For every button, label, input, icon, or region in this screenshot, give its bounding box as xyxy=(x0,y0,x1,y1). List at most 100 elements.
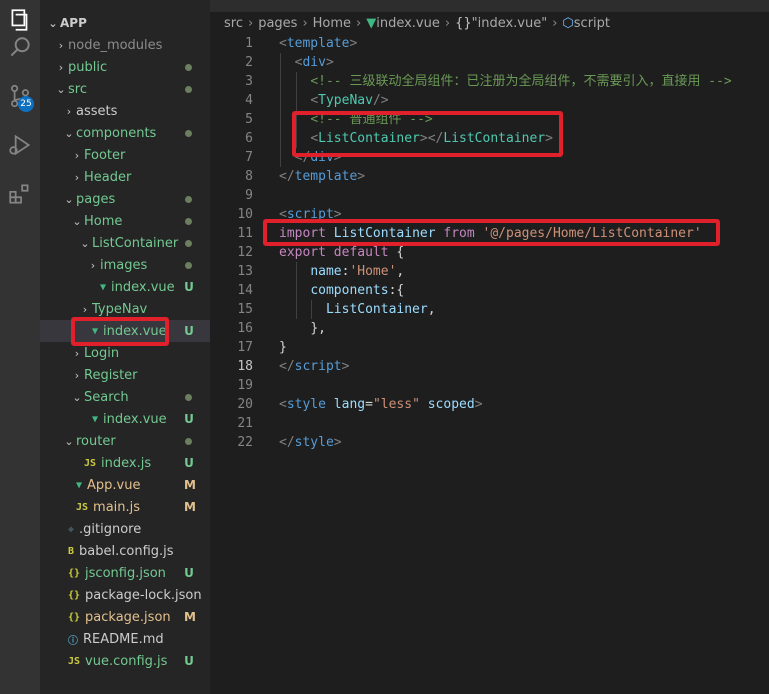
code-text: }, xyxy=(279,319,326,338)
code-line[interactable]: 1 <template> xyxy=(210,34,769,53)
breadcrumb-symbol[interactable]: script xyxy=(574,16,610,31)
code-token: scoped xyxy=(427,397,475,412)
code-line[interactable]: 9 xyxy=(210,186,769,205)
chevron-right-icon: › xyxy=(58,60,64,74)
tree-item[interactable]: ◆ .gitignore xyxy=(40,518,210,540)
vue-file-icon: ▼ xyxy=(100,281,107,293)
breadcrumb-item[interactable]: pages xyxy=(258,16,297,31)
code-line[interactable]: 16 }, xyxy=(210,319,769,338)
tree-item[interactable]: › Header xyxy=(40,166,210,188)
code-token: "less" xyxy=(372,397,420,412)
source-control-icon[interactable]: 25 xyxy=(0,76,40,116)
code-line[interactable]: 18 </script> xyxy=(210,357,769,376)
tree-item[interactable]: ⌄ Search xyxy=(40,386,210,408)
chevron-right-icon: › xyxy=(74,148,80,162)
git-status-badge: M xyxy=(184,478,196,492)
tree-item[interactable]: ⌄ router xyxy=(40,430,210,452)
chevron-down-icon: ⌄ xyxy=(64,126,74,140)
line-number: 21 xyxy=(237,416,253,431)
breadcrumb-file[interactable]: index.vue xyxy=(376,16,440,31)
tree-item[interactable]: ⌄ components xyxy=(40,122,210,144)
tree-item[interactable]: › Footer xyxy=(40,144,210,166)
line-number: 8 xyxy=(245,169,253,184)
code-line[interactable]: 19 xyxy=(210,376,769,395)
chevron-right-icon: › xyxy=(444,15,451,31)
tree-item[interactable]: › Register xyxy=(40,364,210,386)
code-line[interactable]: 3 <!-- 三级联动全局组件：已注册为全局组件，不需要引入，直接用 --> xyxy=(210,72,769,91)
code-line[interactable]: 21 xyxy=(210,414,769,433)
tree-item-label: Footer xyxy=(84,147,126,163)
code-token: > xyxy=(325,55,334,70)
braces-icon[interactable]: {} xyxy=(455,16,472,31)
tree-item[interactable]: ▼ index.vue U xyxy=(40,276,210,298)
breadcrumb-item[interactable]: Home xyxy=(313,16,351,31)
git-status-badge: U xyxy=(184,654,194,668)
modified-dot-icon xyxy=(185,86,192,93)
line-number: 9 xyxy=(245,188,253,203)
tree-item-label: ListContainer xyxy=(92,235,179,251)
breadcrumb-symbol[interactable]: "index.vue" xyxy=(472,16,548,31)
code-token: template xyxy=(294,169,358,184)
git-status-badge: M xyxy=(184,500,196,514)
run-debug-icon[interactable] xyxy=(0,125,40,165)
tree-item[interactable]: {} package-lock.json xyxy=(40,584,210,606)
tree-item[interactable]: › public xyxy=(40,56,210,78)
tree-item[interactable]: ⓘ README.md xyxy=(40,628,210,650)
modified-dot-icon xyxy=(185,218,192,225)
chevron-down-icon: ⌄ xyxy=(72,214,82,228)
code-line[interactable]: 17} xyxy=(210,338,769,357)
tree-item[interactable]: ⌄ ListContainer xyxy=(40,232,210,254)
breadcrumb: src › pages › Home › ▼ index.vue › {} "index.vue… xyxy=(210,12,769,34)
modified-dot-icon xyxy=(185,240,192,247)
vue-file-icon[interactable]: ▼ xyxy=(366,16,376,31)
tree-item[interactable]: JS vue.config.js U xyxy=(40,650,210,672)
breadcrumb-item[interactable]: src xyxy=(224,16,243,31)
tree-item[interactable]: JS main.js M xyxy=(40,496,210,518)
code-token: <!-- 三级联动全局组件：已注册为全局组件，不需要引入，直接用 --> xyxy=(310,74,732,89)
code-text: name:'Home', xyxy=(279,262,404,281)
code-line[interactable]: 8 </template> xyxy=(210,167,769,186)
tree-item[interactable]: Bbabel.config.js xyxy=(40,540,210,562)
tree-item[interactable]: › images xyxy=(40,254,210,276)
code-token: default xyxy=(333,245,389,260)
indent-guide xyxy=(296,262,297,319)
tree-item[interactable]: JS index.js U xyxy=(40,452,210,474)
code-line[interactable]: 2 <div> xyxy=(210,53,769,72)
line-number: 19 xyxy=(237,378,253,393)
code-line[interactable]: 20 <style lang="less" scoped> xyxy=(210,395,769,414)
code-line[interactable]: 22 </style> xyxy=(210,433,769,452)
line-number: 4 xyxy=(245,93,253,108)
code-token: = xyxy=(365,397,373,412)
activity-bar: 25 xyxy=(0,0,40,694)
line-number: 11 xyxy=(237,226,253,241)
tree-item[interactable]: {} package.json M xyxy=(40,606,210,628)
tree-item[interactable]: ▼ index.vue U xyxy=(40,408,210,430)
tree-item[interactable]: › assets xyxy=(40,100,210,122)
code-line[interactable]: 15 ListContainer, xyxy=(210,300,769,319)
code-line[interactable]: 13 name:'Home', xyxy=(210,262,769,281)
highlight-box-listcontainer-tag xyxy=(292,111,563,157)
tree-item[interactable]: ⌄ Home xyxy=(40,210,210,232)
code-line[interactable]: 4 <TypeNav/> xyxy=(210,91,769,110)
indent-guide xyxy=(311,300,312,319)
search-icon[interactable] xyxy=(0,28,40,68)
indent-guide xyxy=(280,53,281,167)
tree-item[interactable]: ⌄ src xyxy=(40,78,210,100)
tree-item[interactable]: {} jsconfig.json U xyxy=(40,562,210,584)
tree-item-label: Login xyxy=(84,345,120,361)
explorer-root[interactable]: ⌄ APP xyxy=(40,12,210,34)
extensions-icon[interactable] xyxy=(0,174,40,214)
code-line[interactable]: 14 components:{ xyxy=(210,281,769,300)
tree-item-label: node_modules xyxy=(68,37,163,53)
tree-item[interactable]: ⌄ pages xyxy=(40,188,210,210)
git-file-icon: ◆ xyxy=(68,523,75,535)
tree-item[interactable]: ▼ App.vue M xyxy=(40,474,210,496)
symbol-icon[interactable]: ⬡ xyxy=(562,16,573,31)
tree-item[interactable]: › node_modules xyxy=(40,34,210,56)
code-text: </template> xyxy=(279,167,365,186)
